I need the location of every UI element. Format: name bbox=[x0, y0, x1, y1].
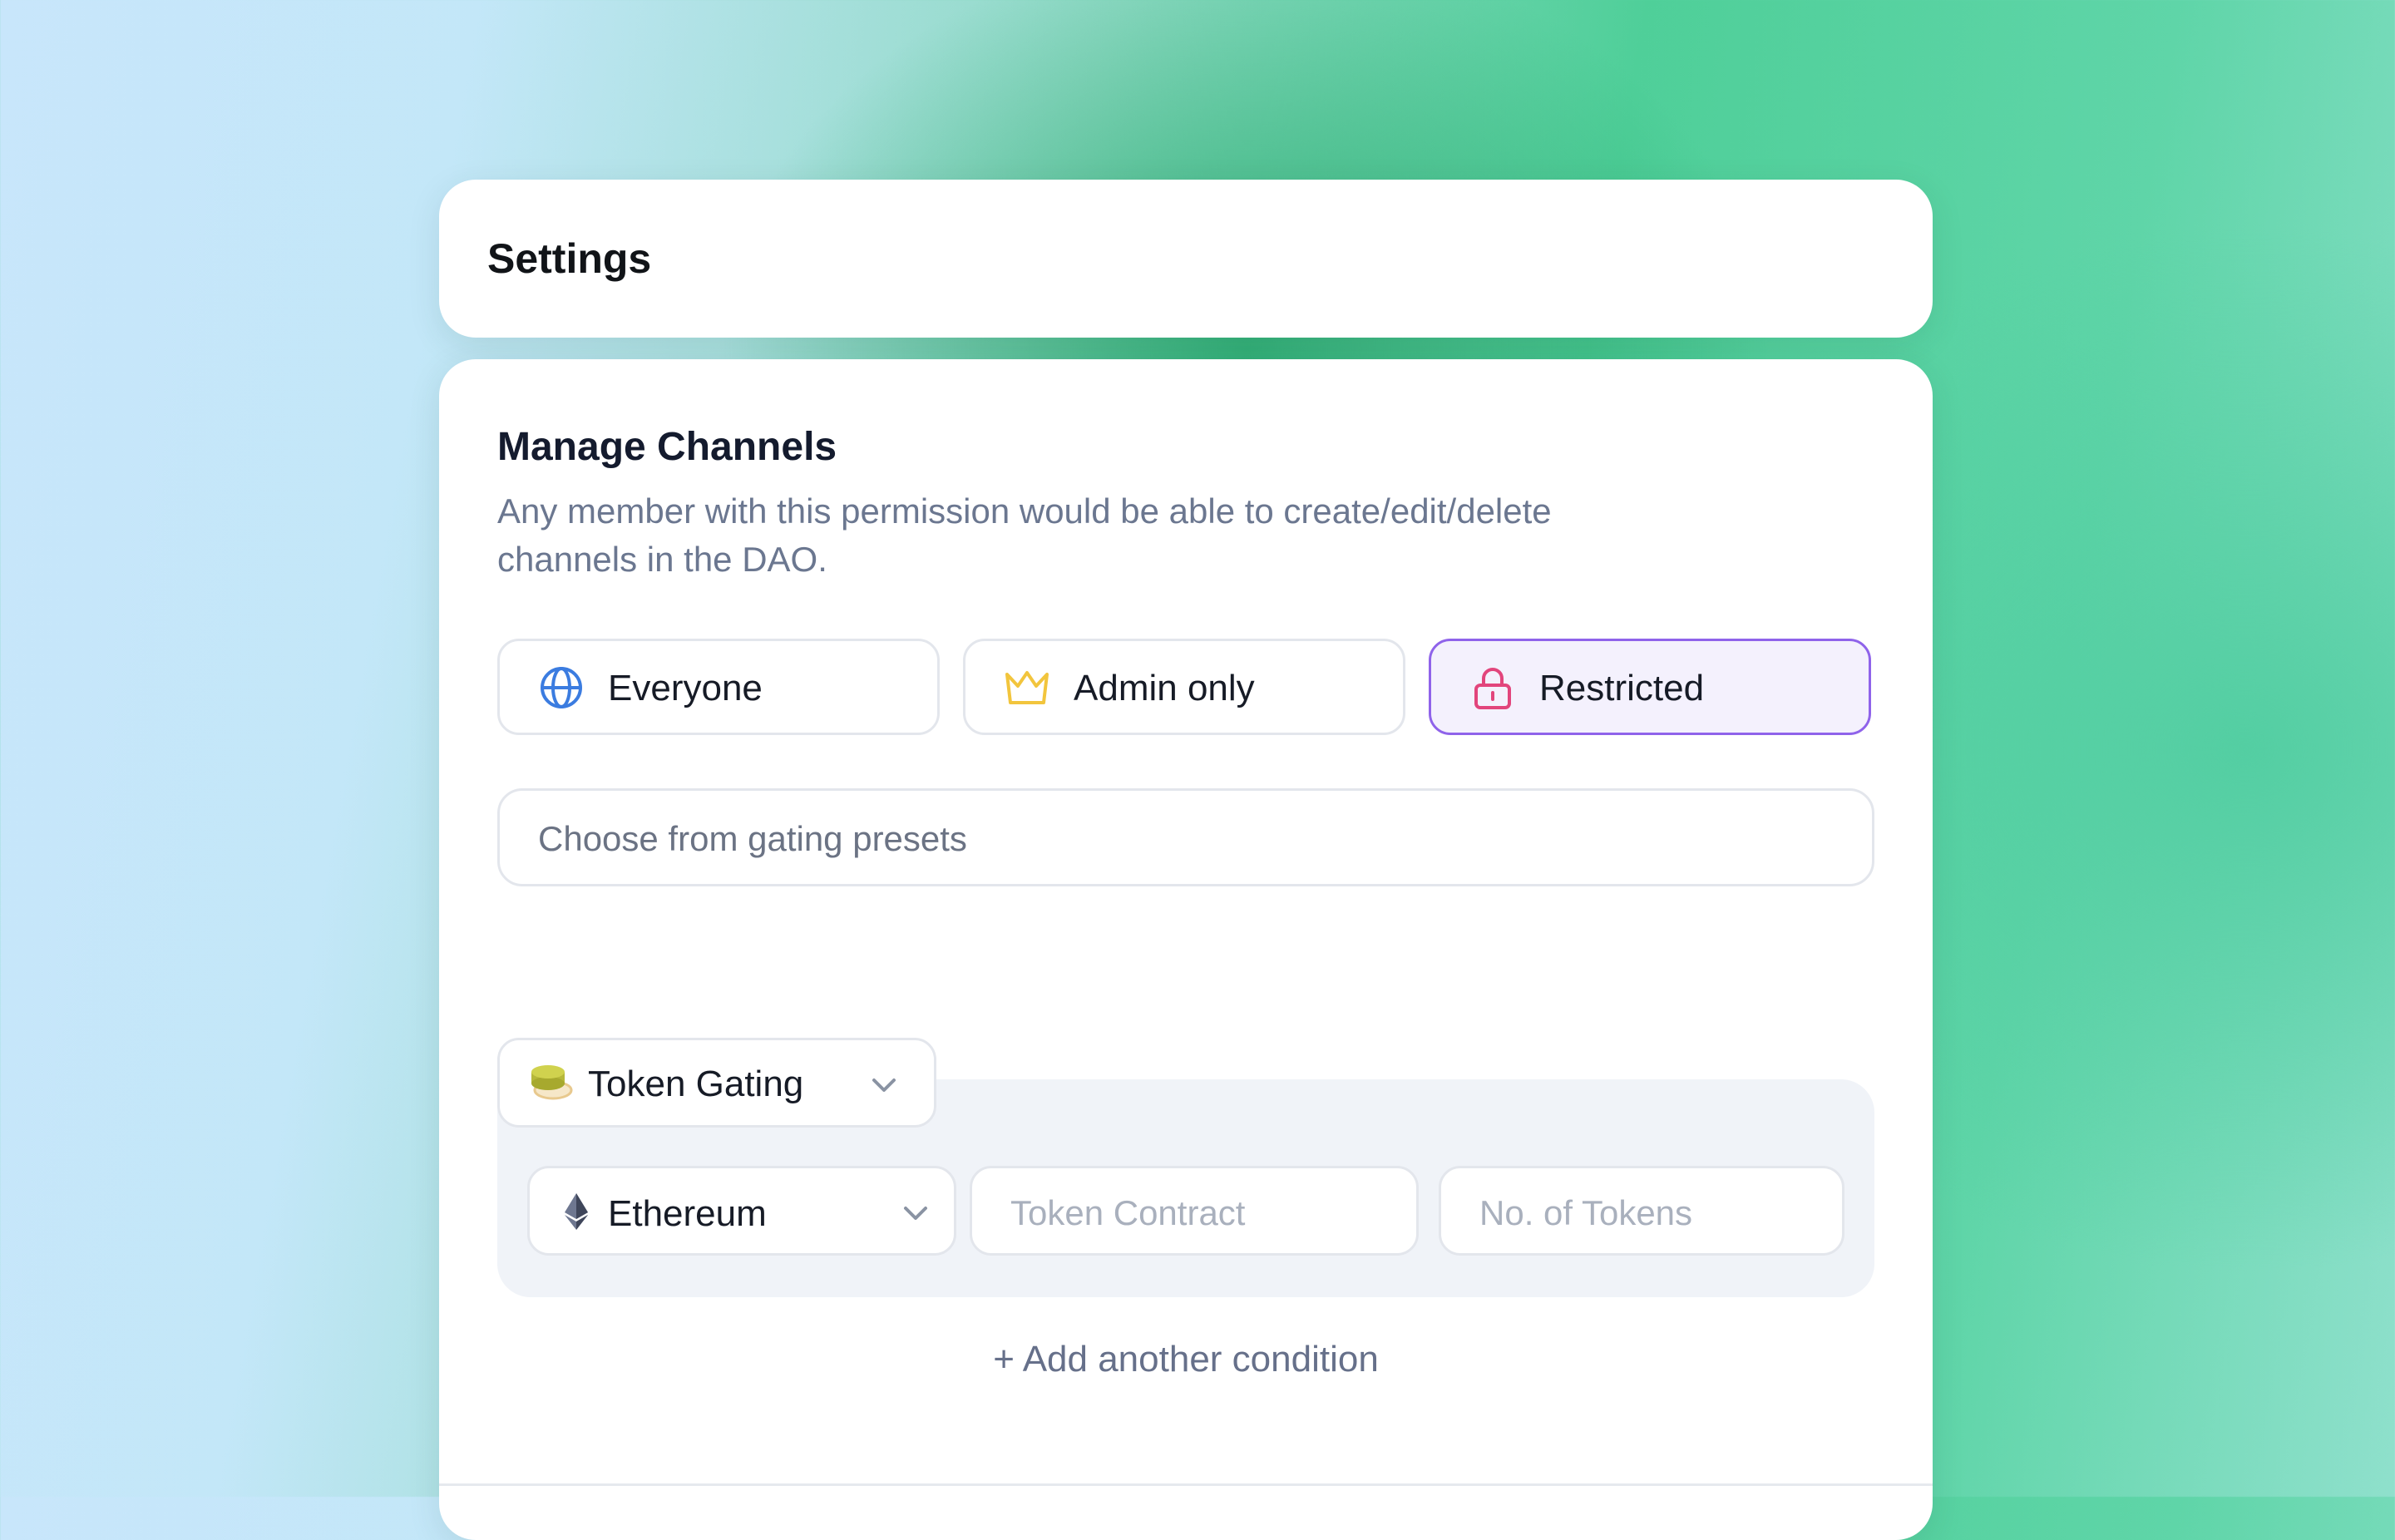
description-line-1: Any member with this permission would be… bbox=[497, 491, 1552, 531]
option-label: Everyone bbox=[608, 668, 763, 708]
add-condition-button[interactable]: + Add another condition bbox=[439, 1339, 1933, 1380]
coins-icon bbox=[531, 1065, 573, 1100]
manage-channels-card: Manage Channels Any member with this per… bbox=[439, 359, 1933, 1540]
gating-presets-placeholder: Choose from gating presets bbox=[538, 819, 967, 858]
option-label: Restricted bbox=[1539, 668, 1705, 708]
option-label: Admin only bbox=[1074, 668, 1255, 708]
chain-select[interactable]: Ethereum bbox=[527, 1166, 956, 1256]
option-everyone[interactable]: Everyone bbox=[497, 639, 940, 735]
gating-presets-select[interactable]: Choose from gating presets bbox=[497, 788, 1874, 886]
crown-icon bbox=[1005, 671, 1049, 704]
settings-header-card: Settings bbox=[439, 180, 1933, 338]
ethereum-icon bbox=[565, 1193, 588, 1230]
gating-type-dropdown[interactable]: Token Gating bbox=[497, 1038, 936, 1128]
divider bbox=[439, 1483, 1933, 1486]
chevron-down-icon bbox=[904, 1207, 927, 1220]
gating-type-label: Token Gating bbox=[588, 1064, 804, 1104]
chevron-down-icon bbox=[872, 1078, 896, 1092]
token-contract-placeholder: Token Contract bbox=[1010, 1193, 1246, 1232]
lock-icon bbox=[1474, 668, 1511, 709]
token-contract-input[interactable]: Token Contract bbox=[970, 1166, 1419, 1256]
section-title: Manage Channels bbox=[497, 425, 837, 469]
option-restricted[interactable]: Restricted bbox=[1429, 639, 1871, 735]
section-description: Any member with this permission would be… bbox=[497, 487, 1745, 584]
chain-select-label: Ethereum bbox=[608, 1193, 767, 1234]
token-count-placeholder: No. of Tokens bbox=[1479, 1193, 1693, 1232]
description-line-2: channels in the DAO. bbox=[497, 540, 827, 579]
page-title: Settings bbox=[487, 235, 652, 282]
option-admin-only[interactable]: Admin only bbox=[963, 639, 1405, 735]
globe-icon bbox=[541, 667, 582, 708]
token-count-input[interactable]: No. of Tokens bbox=[1439, 1166, 1844, 1256]
